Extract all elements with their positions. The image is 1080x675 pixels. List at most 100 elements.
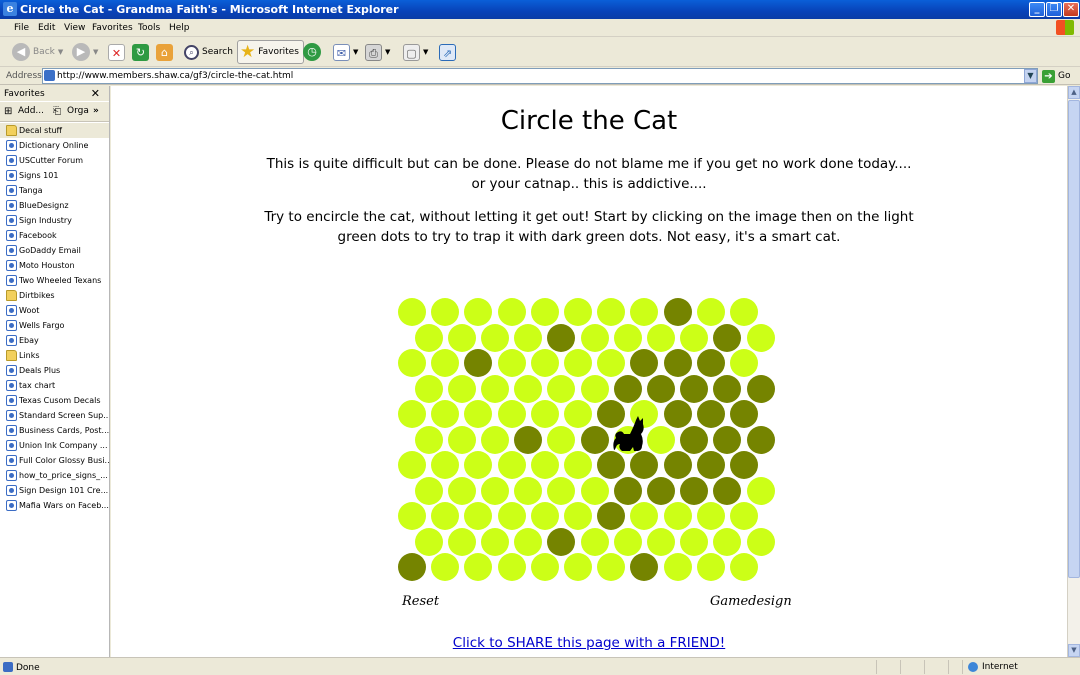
open-dot[interactable] (746, 527, 775, 556)
open-dot[interactable] (613, 527, 642, 556)
open-dot[interactable] (447, 476, 476, 505)
menu-view[interactable]: View (64, 23, 85, 33)
scroll-up-icon[interactable]: ▲ (1068, 86, 1080, 99)
open-dot[interactable] (431, 553, 460, 581)
share-link[interactable]: Click to SHARE this page with a FRIEND! (111, 635, 1067, 651)
favorites-item[interactable]: Facebook (0, 228, 109, 243)
open-dot[interactable] (431, 298, 460, 326)
blocked-dot[interactable] (580, 425, 609, 454)
favorites-item[interactable]: Decal stuff (0, 123, 109, 138)
open-dot[interactable] (696, 502, 725, 530)
open-dot[interactable] (530, 400, 559, 428)
game-board[interactable] (398, 298, 778, 583)
blocked-dot[interactable] (713, 323, 742, 352)
open-dot[interactable] (530, 349, 559, 377)
open-dot[interactable] (481, 374, 509, 403)
blocked-dot[interactable] (547, 323, 576, 352)
open-dot[interactable] (713, 527, 742, 556)
open-dot[interactable] (497, 349, 526, 377)
open-dot[interactable] (680, 527, 709, 556)
open-dot[interactable] (497, 502, 526, 530)
favorites-item[interactable]: how_to_price_signs_... (0, 468, 109, 483)
open-dot[interactable] (597, 298, 626, 326)
favorites-item[interactable]: Signs 101 (0, 168, 109, 183)
open-dot[interactable] (680, 323, 709, 352)
open-dot[interactable] (514, 323, 543, 352)
favorites-item[interactable]: Moto Houston (0, 258, 109, 273)
open-dot[interactable] (414, 374, 443, 403)
open-dot[interactable] (746, 323, 775, 352)
open-dot[interactable] (464, 451, 493, 479)
gamedesign-link[interactable]: Gamedesign (710, 594, 792, 609)
open-dot[interactable] (398, 400, 426, 428)
open-dot[interactable] (398, 451, 426, 479)
open-dot[interactable] (431, 502, 460, 530)
reset-link[interactable]: Reset (402, 594, 439, 609)
favorites-item[interactable]: tax chart (0, 378, 109, 393)
mail-button[interactable]: ✉ ▼ (333, 41, 358, 63)
back-dropdown-icon[interactable]: ▼ (58, 48, 63, 56)
print-dropdown-icon[interactable]: ▼ (385, 48, 390, 56)
blocked-dot[interactable] (730, 451, 758, 479)
menu-help[interactable]: Help (169, 23, 190, 33)
open-dot[interactable] (530, 451, 559, 479)
blocked-dot[interactable] (680, 476, 709, 505)
open-dot[interactable] (447, 425, 476, 454)
open-dot[interactable] (514, 374, 543, 403)
edit-button[interactable]: ▢ ▼ (403, 41, 428, 63)
forward-dropdown-icon[interactable]: ▼ (93, 48, 98, 56)
open-dot[interactable] (564, 349, 592, 377)
blocked-dot[interactable] (680, 425, 709, 454)
print-button[interactable]: ⎙ ▼ (365, 41, 390, 63)
open-dot[interactable] (580, 527, 609, 556)
blocked-dot[interactable] (746, 425, 775, 454)
open-dot[interactable] (447, 323, 476, 352)
open-dot[interactable] (464, 298, 493, 326)
open-dot[interactable] (497, 451, 526, 479)
open-dot[interactable] (730, 502, 758, 530)
open-dot[interactable] (464, 502, 493, 530)
blocked-dot[interactable] (597, 451, 626, 479)
open-dot[interactable] (414, 476, 443, 505)
open-dot[interactable] (630, 298, 659, 326)
blocked-dot[interactable] (514, 425, 543, 454)
minimize-button[interactable]: _ (1029, 2, 1045, 17)
address-input[interactable]: http://www.members.shaw.ca/gf3/circle-th… (42, 68, 1038, 84)
blocked-dot[interactable] (647, 476, 675, 505)
open-dot[interactable] (530, 502, 559, 530)
open-dot[interactable] (497, 298, 526, 326)
more-chevron-icon[interactable]: » (93, 106, 99, 116)
favorites-item[interactable]: Standard Screen Sup... (0, 408, 109, 423)
blocked-dot[interactable] (696, 400, 725, 428)
menu-tools[interactable]: Tools (138, 23, 160, 33)
favorites-item[interactable]: Union Ink Company ... (0, 438, 109, 453)
scroll-down-icon[interactable]: ▼ (1068, 644, 1080, 657)
open-dot[interactable] (547, 476, 576, 505)
favorites-item[interactable]: Deals Plus (0, 363, 109, 378)
maximize-button[interactable]: ❐ (1046, 2, 1062, 17)
open-dot[interactable] (497, 400, 526, 428)
favorites-item[interactable]: Sign Design 101 Cre... (0, 483, 109, 498)
blocked-dot[interactable] (663, 349, 692, 377)
home-button[interactable]: ⌂ (156, 41, 173, 63)
blocked-dot[interactable] (713, 374, 742, 403)
open-dot[interactable] (414, 323, 443, 352)
open-dot[interactable] (580, 323, 609, 352)
open-dot[interactable] (647, 527, 675, 556)
favorites-item[interactable]: Dirtbikes (0, 288, 109, 303)
history-button[interactable]: ◷ (303, 41, 321, 63)
open-dot[interactable] (398, 349, 426, 377)
open-dot[interactable] (647, 425, 675, 454)
open-dot[interactable] (530, 298, 559, 326)
blocked-dot[interactable] (663, 400, 692, 428)
mail-dropdown-icon[interactable]: ▼ (353, 48, 358, 56)
blocked-dot[interactable] (547, 527, 576, 556)
favorites-item[interactable]: BlueDesignz (0, 198, 109, 213)
blocked-dot[interactable] (663, 298, 692, 326)
back-button[interactable]: ◀ Back ▼ (12, 41, 63, 63)
open-dot[interactable] (696, 553, 725, 581)
open-dot[interactable] (431, 451, 460, 479)
favorites-item[interactable]: Two Wheeled Texans (0, 273, 109, 288)
blocked-dot[interactable] (713, 476, 742, 505)
open-dot[interactable] (730, 553, 758, 581)
